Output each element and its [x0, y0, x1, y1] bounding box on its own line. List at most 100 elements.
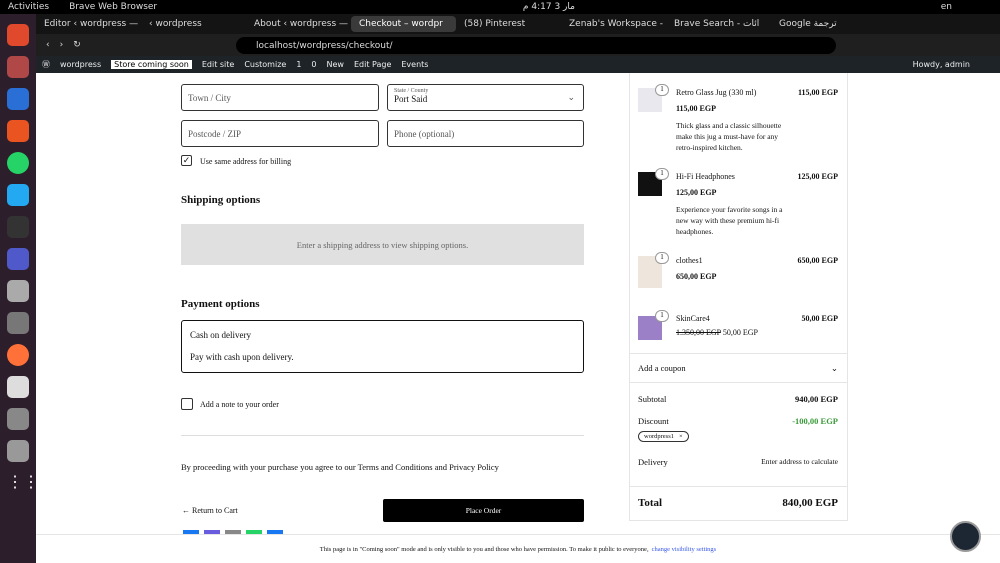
order-note-label: Add a note to your order — [200, 400, 279, 409]
coupon-label: Add a coupon — [638, 363, 686, 373]
tab[interactable]: Zenab's Workspace - S — [561, 16, 666, 32]
ssd-icon[interactable] — [7, 440, 29, 462]
item-name: Retro Glass Jug (330 ml) — [676, 88, 757, 97]
summary-item: 1 SkinCare4 50,00 EGP 1.350,00 EGP 50,00… — [638, 310, 838, 342]
coupon-chip: wordpress1 × — [638, 431, 689, 442]
item-total: 650,00 EGP — [797, 256, 838, 265]
quantity-badge: 1 — [655, 310, 669, 322]
new-link[interactable]: New — [327, 60, 344, 69]
edit-page-link[interactable]: Edit Page — [354, 60, 391, 69]
subtotal-label: Subtotal — [638, 394, 667, 404]
discount-value: -100,00 EGP — [792, 416, 838, 426]
active-app: Brave Web Browser — [69, 2, 158, 12]
state-value: Port Said — [394, 94, 428, 104]
customize-link[interactable]: Customize — [244, 60, 286, 69]
total-value: 840,00 EGP — [782, 497, 838, 509]
payment-desc: Pay with cash upon delivery. — [190, 352, 294, 362]
payment-option-cod[interactable]: Cash on delivery Pay with cash upon deli… — [181, 320, 584, 373]
item-description: Experience your favorite songs in a new … — [676, 205, 783, 236]
forward-icon[interactable]: › — [60, 40, 64, 50]
tab[interactable]: Brave Search - ائات — [666, 16, 771, 32]
payment-method: Cash on delivery — [190, 330, 251, 340]
writer-icon[interactable] — [7, 88, 29, 110]
search-icon[interactable] — [7, 376, 29, 398]
state-select[interactable]: State / County Port Said ⌄ — [387, 84, 584, 111]
same-billing-label: Use same address for billing — [200, 157, 292, 166]
teams-icon[interactable] — [7, 248, 29, 270]
tab-active[interactable]: Checkout – wordpr — [351, 16, 456, 32]
disk-icon[interactable] — [7, 408, 29, 430]
return-to-cart-link[interactable]: ← Return to Cart — [182, 506, 238, 515]
tab[interactable]: About ‹ wordpress — W — [246, 16, 351, 32]
item-old-price: 1.350,00 EGP — [676, 328, 721, 337]
comments-link[interactable]: 0 — [311, 60, 316, 69]
postcode-input[interactable]: Postcode / ZIP — [181, 120, 379, 147]
activities-button[interactable]: Activities — [8, 2, 49, 12]
store-badge[interactable]: Store coming soon — [111, 60, 192, 69]
notice-text: This page is in "Coming soon" mode and i… — [319, 545, 649, 553]
tab[interactable]: Google ترجمة — [771, 16, 876, 32]
remove-coupon-icon[interactable]: × — [679, 433, 683, 440]
return-label: Return to Cart — [192, 506, 238, 515]
subtotal-value: 940,00 EGP — [795, 394, 838, 404]
howdy-link[interactable]: Howdy, admin — [913, 60, 970, 69]
item-total: 115,00 EGP — [797, 88, 838, 97]
firefox-icon[interactable] — [7, 344, 29, 366]
url-input[interactable]: localhost/wordpress/checkout/ — [236, 37, 836, 54]
address-bar-row: ‹ › ↻ localhost/wordpress/checkout/ — [36, 34, 1000, 56]
edit-site-link[interactable]: Edit site — [202, 60, 234, 69]
chat-widget-icon[interactable] — [950, 521, 981, 552]
place-order-button[interactable]: Place Order — [383, 499, 584, 522]
language[interactable]: en — [941, 2, 952, 12]
reload-icon[interactable]: ↻ — [73, 40, 81, 50]
item-price: 125,00 EGP — [676, 188, 717, 197]
archive-icon[interactable] — [7, 280, 29, 302]
app-center-icon[interactable] — [7, 120, 29, 142]
files-icon[interactable] — [7, 56, 29, 78]
item-price: 50,00 EGP — [722, 328, 758, 337]
divider — [629, 486, 848, 487]
summary-item: 1 clothes1 650,00 EGP 650,00 EGP — [638, 252, 838, 291]
terminal-icon[interactable] — [7, 216, 29, 238]
add-coupon-toggle[interactable]: Add a coupon ⌄ — [638, 363, 838, 374]
item-total: 50,00 EGP — [801, 314, 838, 323]
item-description: Thick glass and a classic silhouette mak… — [676, 121, 782, 152]
quantity-badge: 1 — [655, 252, 669, 264]
tab[interactable]: ‹ wordpress — [141, 16, 246, 32]
shipping-title: Shipping options — [181, 194, 261, 206]
dock: ⋮⋮ — [0, 14, 39, 563]
site-link[interactable]: wordpress — [60, 60, 101, 69]
apps-grid-icon[interactable]: ⋮⋮ — [7, 472, 39, 494]
tab[interactable]: Editor ‹ wordpress — W — [36, 16, 141, 32]
brave-icon[interactable] — [7, 24, 29, 46]
settings-icon[interactable] — [7, 312, 29, 334]
item-price: 650,00 EGP — [676, 272, 717, 281]
clock[interactable]: مار 3 4:17 م — [523, 2, 575, 12]
discount-label: Discount — [638, 416, 669, 426]
summary-item: 1 Hi-Fi Headphones 125,00 EGP 125,00 EGP… — [638, 168, 838, 242]
vscode-icon[interactable] — [7, 184, 29, 206]
phone-input[interactable]: Phone (optional) — [387, 120, 584, 147]
chevron-down-icon: ⌄ — [830, 363, 838, 373]
wp-logo-icon[interactable]: Ⓦ — [42, 59, 50, 70]
visibility-settings-link[interactable]: change visibility settings — [652, 546, 717, 553]
delivery-value: Enter address to calculate — [761, 457, 838, 466]
wp-admin-bar: Ⓦ wordpress Store coming soon Edit site … — [36, 56, 1000, 73]
summary-item: 1 Retro Glass Jug (330 ml) 115,00 EGP 11… — [638, 84, 838, 158]
whatsapp-icon[interactable] — [7, 152, 29, 174]
total-label: Total — [638, 497, 663, 509]
item-total: 125,00 EGP — [797, 172, 838, 181]
same-billing-checkbox[interactable]: ✓ — [181, 155, 192, 166]
events-link[interactable]: Events — [401, 60, 428, 69]
arrow-left-icon: ← — [182, 506, 192, 515]
city-input[interactable]: Town / City — [181, 84, 379, 111]
back-icon[interactable]: ‹ — [46, 40, 50, 50]
tab[interactable]: (58) Pinterest — [456, 16, 561, 32]
coming-soon-notice: This page is in "Coming soon" mode and i… — [36, 534, 1000, 563]
item-name: SkinCare4 — [676, 314, 710, 323]
item-name: Hi-Fi Headphones — [676, 172, 735, 181]
delivery-label: Delivery — [638, 457, 668, 467]
order-note-checkbox[interactable] — [181, 398, 193, 410]
updates-link[interactable]: 1 — [296, 60, 301, 69]
divider — [181, 435, 584, 436]
